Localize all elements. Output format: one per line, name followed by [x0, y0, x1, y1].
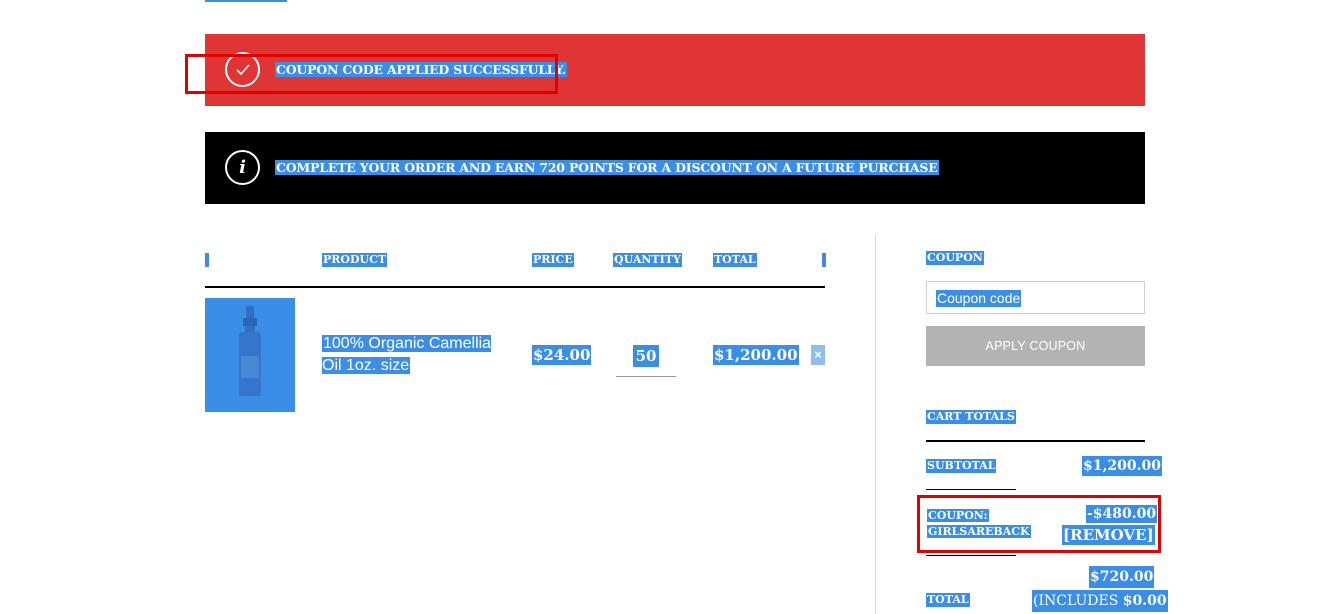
- top-selection-sliver: [205, 0, 287, 2]
- remove-item-button[interactable]: ×: [811, 345, 825, 365]
- header-quantity: QUANTITY: [613, 253, 682, 267]
- totals-divider: [926, 440, 1145, 442]
- coupon-divider: [926, 555, 1016, 556]
- quantity-input[interactable]: 50: [616, 335, 676, 377]
- total-label: TOTAL: [926, 593, 970, 607]
- coupon-highlight-box: [917, 495, 1161, 553]
- info-notice-text: COMPLETE YOUR ORDER AND EARN 720 POINTS …: [275, 160, 939, 175]
- cart-totals-heading: CART TOTALS: [926, 410, 1016, 424]
- subtotal-value: $1,200.00: [1082, 456, 1162, 476]
- coupon-code-input[interactable]: Coupon code: [926, 281, 1145, 314]
- header-remove-spacer: [205, 253, 209, 267]
- product-price: $24.00: [532, 345, 592, 365]
- header-price: PRICE: [532, 253, 574, 267]
- product-thumbnail[interactable]: [205, 298, 295, 412]
- total-includes-tax: (INCLUDES $0.00: [1032, 590, 1168, 612]
- header-product: PRODUCT: [322, 253, 388, 267]
- subtotal-label: SUBTOTAL: [926, 459, 997, 473]
- header-end-spacer: [822, 253, 826, 267]
- product-line-total: $1,200.00: [713, 345, 799, 365]
- subtotal-divider: [926, 489, 1016, 490]
- points-info-notice: i COMPLETE YOUR ORDER AND EARN 720 POINT…: [205, 132, 1145, 204]
- header-total: TOTAL: [713, 253, 757, 267]
- coupon-heading: COUPON: [926, 251, 984, 265]
- coupon-input-placeholder: Coupon code: [936, 290, 1022, 307]
- order-total-value: $720.00: [1089, 566, 1155, 588]
- column-divider: [875, 234, 876, 614]
- product-name-link[interactable]: 100% Organic Camellia Oil 1oz. size: [322, 333, 502, 377]
- apply-coupon-button[interactable]: APPLY COUPON: [926, 326, 1145, 366]
- notice-highlight-box: [185, 54, 558, 94]
- quantity-value: 50: [632, 344, 660, 367]
- table-header-divider: [205, 286, 825, 288]
- info-circle-icon: i: [225, 150, 260, 185]
